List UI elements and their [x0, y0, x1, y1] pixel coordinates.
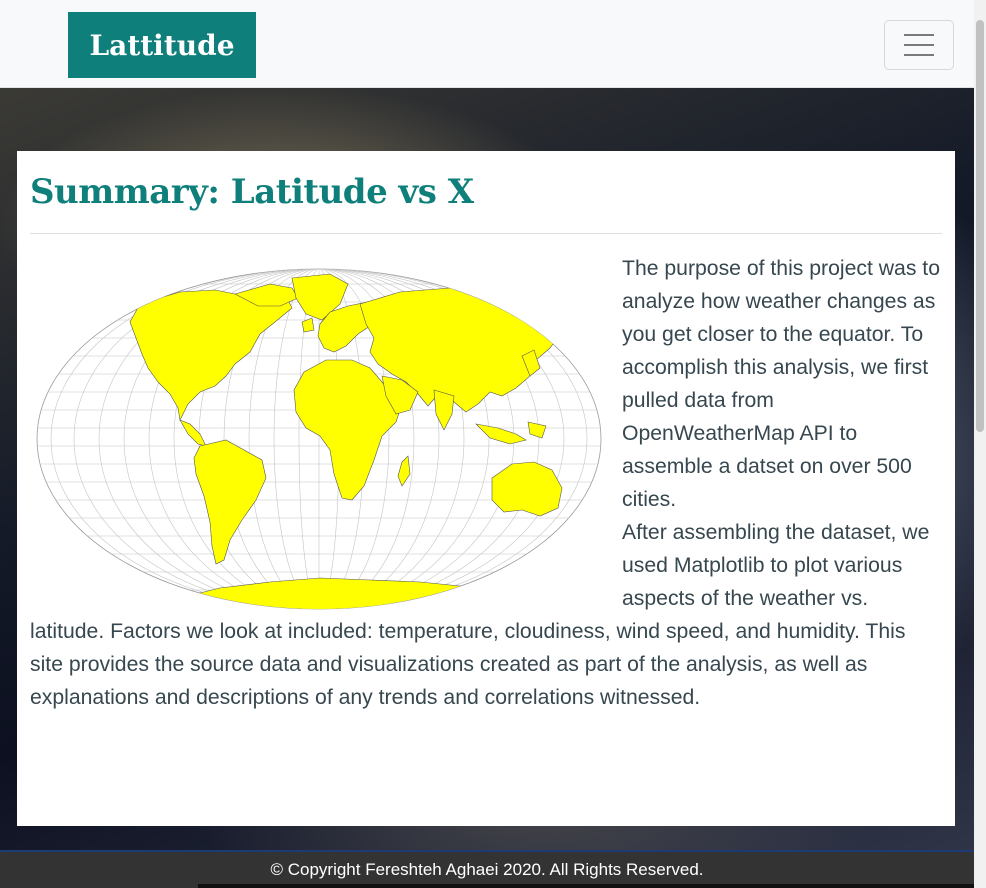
page-title: Summary: Latitude vs X [30, 172, 474, 212]
hamburger-menu-icon-line [904, 44, 934, 46]
scrollbar-thumb[interactable] [976, 20, 984, 432]
divider [30, 233, 942, 234]
copyright-text: © Copyright Fereshteh Aghaei 2020. All R… [270, 860, 704, 879]
footer-edge [198, 884, 974, 888]
navbar: Lattitude [0, 0, 974, 88]
summary-card: Summary: Latitude vs X The purpose of th… [17, 151, 955, 826]
footer: © Copyright Fereshteh Aghaei 2020. All R… [0, 850, 974, 888]
hamburger-menu-icon [904, 34, 934, 36]
menu-toggle-button[interactable] [884, 20, 954, 70]
hamburger-menu-icon-line [904, 54, 934, 56]
brand-logo[interactable]: Lattitude [68, 12, 256, 78]
world-map-image [30, 264, 612, 610]
